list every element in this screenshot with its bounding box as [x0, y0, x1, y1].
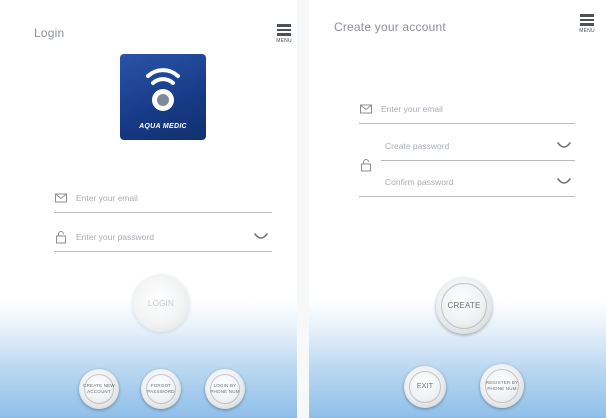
logo-text: AQUA MEDIC [139, 123, 187, 130]
page-title: Create your account [334, 20, 446, 34]
email-field[interactable]: Enter your email [359, 97, 575, 124]
menu-icon [579, 14, 595, 26]
create-password-placeholder: Create password [385, 141, 450, 151]
menu-button[interactable]: MENU [276, 24, 292, 44]
exit-button[interactable]: EXIT [404, 366, 446, 408]
menu-icon [276, 24, 292, 36]
button-ring [84, 374, 114, 404]
login-button[interactable]: LOGIN [133, 276, 189, 332]
button-ring [210, 374, 240, 404]
screen-divider [297, 0, 309, 418]
email-field[interactable]: Enter your email [54, 186, 272, 213]
menu-label: MENU [276, 37, 292, 44]
password-field[interactable]: Enter your password [54, 225, 272, 252]
wifi-icon [146, 68, 180, 111]
page-title: Login [34, 26, 65, 40]
confirm-password-placeholder: Confirm password [385, 177, 454, 187]
create-button[interactable]: CREATE [436, 278, 492, 334]
email-placeholder: Enter your email [76, 193, 138, 203]
lock-icon [56, 231, 66, 244]
button-ring [441, 283, 487, 329]
create-account-screen: Create your account MENU Enter your emai… [309, 0, 606, 418]
forgot-password-button[interactable]: FORGOT PASSWORD [141, 369, 181, 409]
confirm-password-field[interactable]: Confirm password [359, 170, 575, 197]
create-password-field[interactable]: Create password [381, 134, 575, 161]
eye-icon[interactable] [557, 178, 571, 186]
button-ring [409, 371, 441, 403]
eye-icon[interactable] [557, 142, 571, 150]
button-ring [146, 374, 176, 404]
register-by-phone-button[interactable]: REGISTER BY PHONE NUM [480, 364, 524, 408]
password-placeholder: Enter your password [76, 232, 154, 242]
mail-icon [360, 104, 372, 114]
button-ring [485, 369, 519, 403]
menu-button[interactable]: MENU [579, 14, 595, 34]
mail-icon [55, 193, 67, 203]
create-new-account-button[interactable]: CREATE NEW ACCOUNT [79, 369, 119, 409]
eye-icon[interactable] [254, 233, 268, 241]
email-placeholder: Enter your email [381, 104, 443, 114]
login-by-phone-button[interactable]: LOGIN BY PHONE NUM [205, 369, 245, 409]
app-logo: AQUA MEDIC [120, 54, 206, 140]
login-button-label: LOGIN [148, 299, 174, 308]
menu-label: MENU [579, 27, 595, 34]
login-screen: Login MENU AQUA MEDIC Enter your email E… [0, 0, 297, 418]
